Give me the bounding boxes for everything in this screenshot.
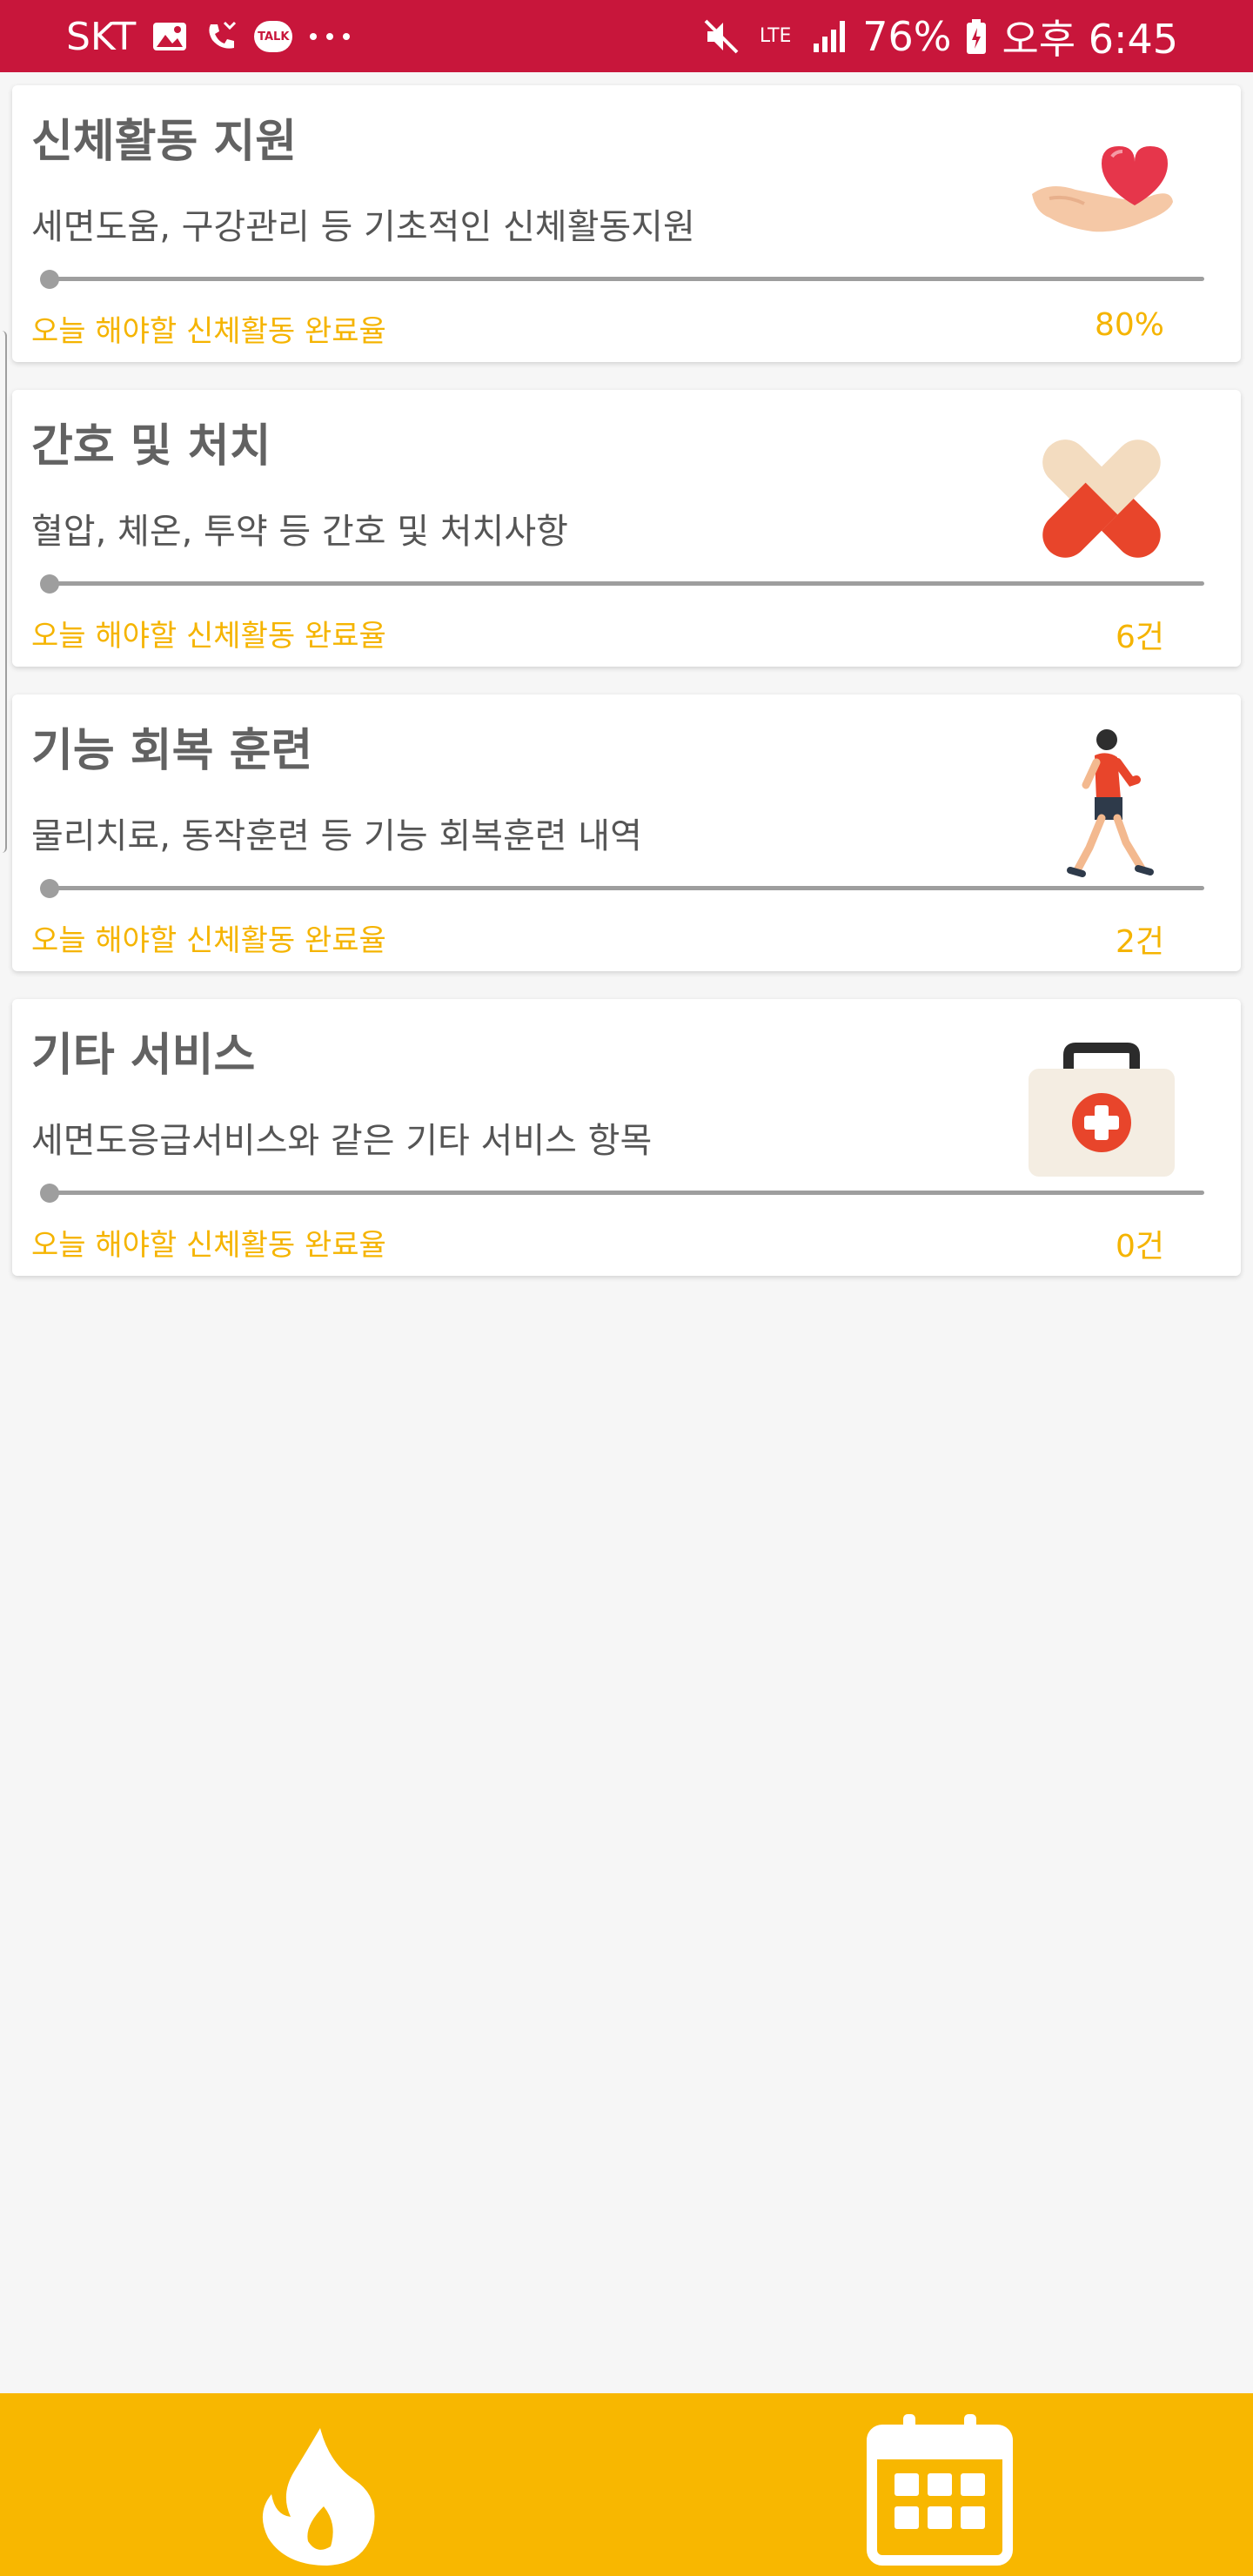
card-value: 2건 [1115,924,1164,960]
card-footer-label: 오늘 해야할 신체활동 완료율 [31,923,386,958]
progress-thumb[interactable] [40,1184,59,1203]
carrier-label: SKT [66,14,137,59]
card-title: 간호 및 처치 [31,420,271,473]
lte-indicator: LTE [759,25,792,47]
card-title: 신체활동 지원 [31,116,298,168]
kakaotalk-icon: TALK [254,21,293,52]
card-value: 0건 [1115,1229,1164,1265]
bottom-navigation [0,2393,1253,2576]
clock: 오후 6:45 [1002,16,1178,63]
progress-thumb[interactable] [40,270,59,289]
battery-percent: 76% [862,13,952,60]
card-title: 기능 회복 훈련 [31,725,313,777]
card-footer-label: 오늘 해야할 신체활동 완료율 [31,1228,386,1263]
card-value: 6건 [1115,620,1164,655]
edge-panel-handle[interactable] [0,331,7,853]
card-rehabilitation[interactable]: 기능 회복 훈련 물리치료, 동작훈련 등 기능 회복훈련 내역 오늘 해야할 … [12,694,1241,971]
runner-icon [1015,721,1189,886]
card-description: 물리치료, 동작훈련 등 기능 회복훈련 내역 [31,816,642,856]
signal-icon [810,17,848,56]
status-bar: SKT TALK LTE 76% 오후 6:45 [0,0,1253,72]
card-footer-label: 오늘 해야할 신체활동 완료율 [31,314,386,349]
progress-thumb[interactable] [40,574,59,594]
card-value: 80% [1094,307,1164,343]
progress-track [47,277,1204,281]
card-title: 기타 서비스 [31,1030,256,1082]
more-icon [308,31,352,42]
card-description: 혈압, 체온, 투약 등 간호 및 처치사항 [31,512,568,552]
progress-track [47,1191,1204,1195]
mute-icon [702,17,740,56]
missed-call-icon [204,19,238,54]
card-physical-activity[interactable]: 신체활동 지원 세면도움, 구강관리 등 기초적인 신체활동지원 오늘 해야할 … [12,85,1241,362]
card-nursing-care[interactable]: 간호 및 처치 혈압, 체온, 투약 등 간호 및 처치사항 오늘 해야할 신체… [12,390,1241,667]
gallery-icon [151,21,188,52]
progress-track [47,581,1204,586]
first-aid-kit-icon [1015,1025,1189,1191]
progress-thumb[interactable] [40,879,59,898]
card-other-services[interactable]: 기타 서비스 세면도응급서비스와 같은 기타 서비스 항목 오늘 해야할 신체활… [12,999,1241,1276]
heart-hand-icon [1015,111,1189,277]
battery-icon [965,17,988,56]
card-description: 세면도응급서비스와 같은 기타 서비스 항목 [31,1121,653,1161]
progress-track [47,886,1204,890]
calendar-icon[interactable] [853,2411,1027,2567]
status-bar-left: SKT TALK [66,10,352,63]
card-footer-label: 오늘 해야할 신체활동 완료율 [31,619,386,654]
flame-icon[interactable] [233,2411,407,2567]
status-bar-right: LTE 76% 오후 6:45 [702,10,1178,63]
pill-icon [1015,416,1189,581]
card-description: 세면도움, 구강관리 등 기초적인 신체활동지원 [31,207,695,247]
